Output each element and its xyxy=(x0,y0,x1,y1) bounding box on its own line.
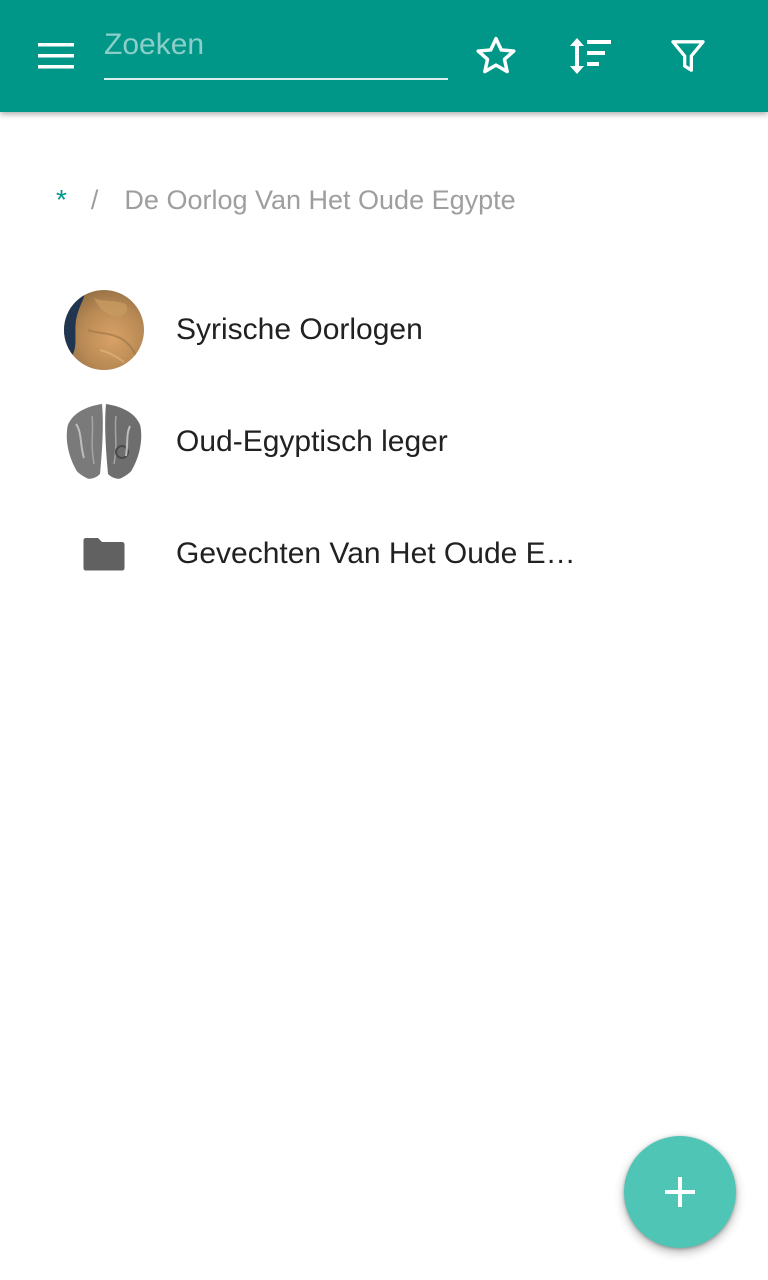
satellite-map-image xyxy=(64,290,144,370)
filter-button[interactable] xyxy=(660,28,716,84)
folder-icon xyxy=(64,514,144,594)
list-item-label: Oud-Egyptisch leger xyxy=(176,425,448,458)
menu-button[interactable] xyxy=(24,32,88,80)
list-item[interactable]: Syrische Oorlogen xyxy=(0,274,768,386)
breadcrumb-separator: / xyxy=(90,184,99,215)
menu-icon xyxy=(38,43,74,69)
palette-relief-image xyxy=(64,402,144,482)
search-field xyxy=(104,22,448,82)
app-bar xyxy=(0,0,768,112)
sort-icon xyxy=(570,38,611,74)
star-outline-icon xyxy=(476,36,516,74)
breadcrumb-root[interactable]: * xyxy=(56,184,67,216)
add-button[interactable] xyxy=(624,1136,736,1248)
list-item[interactable]: Gevechten Van Het Oude Egypte xyxy=(0,498,768,610)
sort-button[interactable] xyxy=(563,28,619,84)
search-input[interactable] xyxy=(104,22,448,80)
category-list: Syrische Oorlogen Oud-Egyptisch leger Ge… xyxy=(0,274,768,610)
filter-icon xyxy=(671,40,705,72)
breadcrumb: * / De Oorlog Van Het Oude Egypte xyxy=(56,176,516,224)
list-item-label: Gevechten Van Het Oude Egypte xyxy=(176,537,576,570)
favorites-button[interactable] xyxy=(468,28,524,84)
plus-icon xyxy=(665,1177,695,1207)
list-item[interactable]: Oud-Egyptisch leger xyxy=(0,386,768,498)
breadcrumb-current: De Oorlog Van Het Oude Egypte xyxy=(124,184,516,215)
list-item-label: Syrische Oorlogen xyxy=(176,313,423,346)
